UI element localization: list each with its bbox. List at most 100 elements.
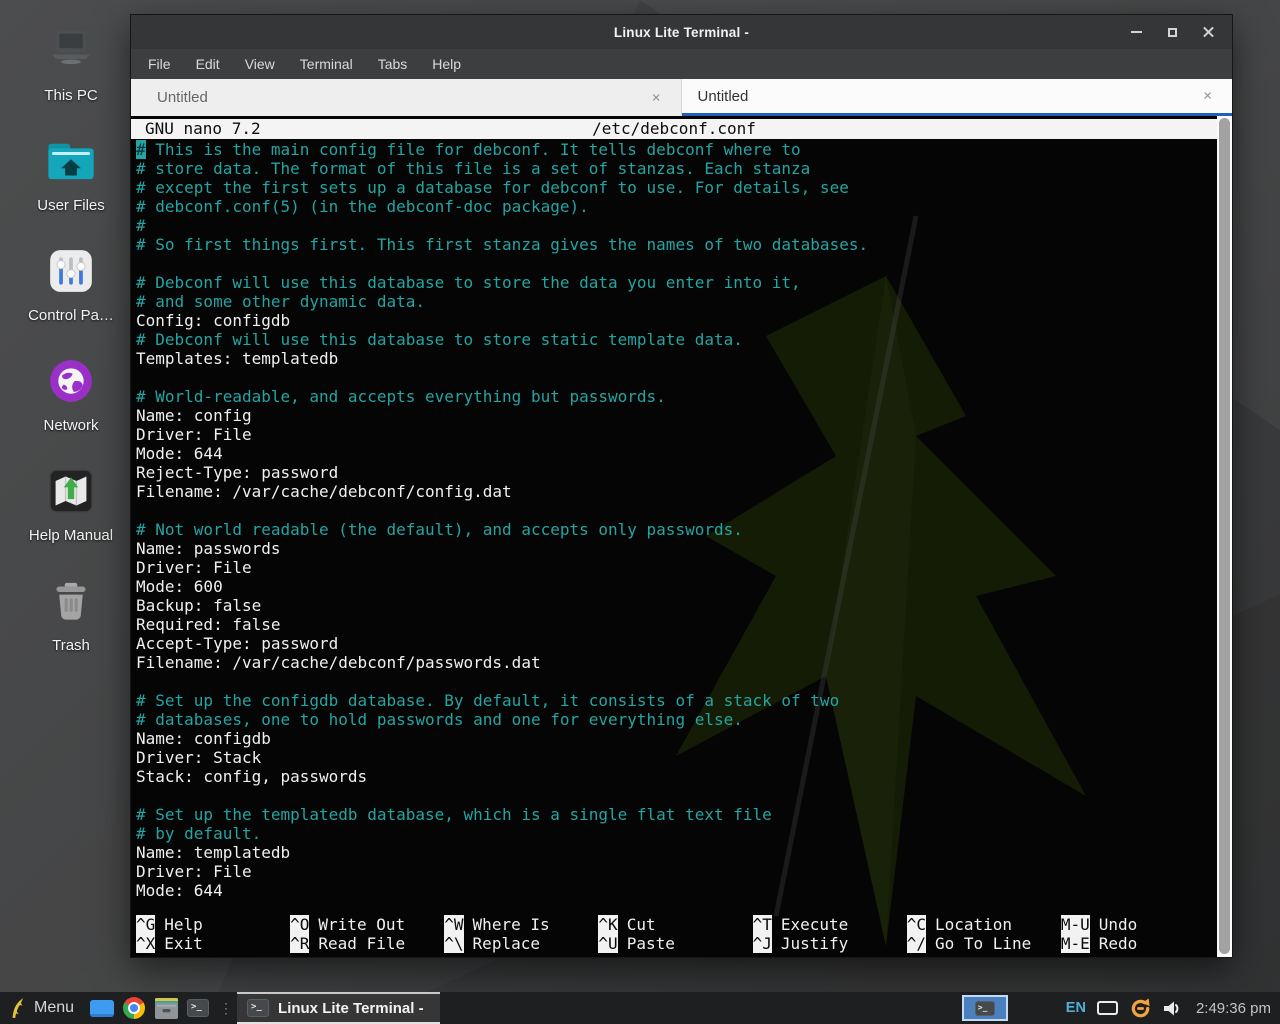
scrollbar-thumb[interactable]	[1219, 118, 1230, 954]
nano-shortcut: ^/Go To Line	[907, 934, 1061, 953]
workspace-pager[interactable]: >_	[962, 995, 1008, 1021]
nano-cursor: #	[136, 140, 146, 159]
chrome-icon	[123, 997, 145, 1019]
terminal-content[interactable]: GNU nano 7.2 /etc/debconf.conf # This is…	[131, 116, 1232, 957]
help-manual-icon	[42, 462, 100, 520]
nano-shortcut: ^WWhere Is	[444, 915, 598, 934]
editor-line: # Debconf will use this database to stor…	[136, 273, 1210, 292]
editor-line: Required: false	[136, 615, 1210, 634]
desktop-icon-label: Network	[43, 417, 98, 434]
menu-view[interactable]: View	[245, 56, 275, 72]
file-manager-icon	[154, 997, 179, 1020]
editor-line	[136, 368, 1210, 387]
nano-shortcut: ^XExit	[136, 934, 290, 953]
updates-refresh-icon	[1129, 997, 1152, 1020]
shortcut-label: Paste	[627, 934, 675, 953]
editor-line: Name: config	[136, 406, 1210, 425]
minimize-icon	[1131, 31, 1142, 33]
desktop-icon-label: Trash	[52, 637, 90, 654]
shortcut-label: Cut	[627, 915, 656, 934]
menu-help[interactable]: Help	[432, 56, 461, 72]
menu-bar: File Edit View Terminal Tabs Help	[131, 49, 1232, 79]
editor-line	[136, 786, 1210, 805]
window-controls	[1126, 15, 1218, 49]
nano-shortcut: ^GHelp	[136, 915, 290, 934]
shortcut-key: M-U	[1061, 915, 1090, 934]
window-title: Linux Lite Terminal -	[131, 25, 1232, 40]
menu-terminal[interactable]: Terminal	[300, 56, 353, 72]
shortcut-key: ^K	[598, 915, 617, 934]
system-tray: >_ EN 2:49:36 pm	[962, 995, 1280, 1021]
file-manager-launcher[interactable]	[150, 992, 182, 1024]
desktop: { "desktop": { "icons": [ { "label": "Th…	[0, 0, 1280, 1024]
tab-untitled-1[interactable]: Untitled ×	[131, 79, 682, 116]
update-manager-tray-button[interactable]	[1129, 997, 1152, 1020]
editor-line	[136, 254, 1210, 273]
menu-edit[interactable]: Edit	[196, 56, 220, 72]
editor-line: Stack: config, passwords	[136, 767, 1210, 786]
menu-tabs[interactable]: Tabs	[378, 56, 408, 72]
desktop-icon-control-panel[interactable]: Control Pa…	[12, 236, 130, 346]
display-settings-tray-button[interactable]	[1097, 1001, 1118, 1015]
terminal-icon: >_	[247, 999, 269, 1017]
nano-shortcut: ^CLocation	[907, 915, 1061, 934]
show-desktop-button[interactable]	[86, 992, 118, 1024]
editor-line: Config: configdb	[136, 311, 1210, 330]
shortcut-key: ^T	[753, 915, 772, 934]
close-icon	[1202, 26, 1215, 39]
tasklist-handle[interactable]: ⋮	[219, 1000, 232, 1017]
editor-line: # This is the main config file for debco…	[136, 140, 1210, 159]
tab-untitled-2[interactable]: Untitled ×	[682, 79, 1233, 116]
desktop-icon-label: User Files	[37, 197, 105, 214]
terminal-window: Linux Lite Terminal - File Edit View Ter…	[130, 14, 1233, 958]
shortcut-label: Undo	[1099, 915, 1138, 934]
desktop-icon-user-files[interactable]: User Files	[12, 126, 130, 236]
trash-icon	[42, 572, 100, 630]
taskbar-window-label: Linux Lite Terminal -	[278, 1000, 424, 1017]
shortcut-label: Replace	[473, 934, 540, 953]
nano-shortcut: M-ERedo	[1061, 934, 1215, 953]
scrollbar[interactable]	[1217, 116, 1232, 957]
desktop-icon-trash[interactable]: Trash	[12, 566, 130, 676]
editor-line: Driver: File	[136, 558, 1210, 577]
editor-line: Filename: /var/cache/debconf/passwords.d…	[136, 653, 1210, 672]
editor-line: Templates: templatedb	[136, 349, 1210, 368]
menu-file[interactable]: File	[148, 56, 171, 72]
editor-line: Filename: /var/cache/debconf/config.dat	[136, 482, 1210, 501]
taskbar-window-button[interactable]: >_ Linux Lite Terminal -	[237, 992, 440, 1024]
minimize-button[interactable]	[1126, 22, 1146, 42]
tab-close-icon[interactable]: ×	[1203, 89, 1212, 104]
nano-shortcut: ^UPaste	[598, 934, 752, 953]
taskbar-clock[interactable]: 2:49:36 pm	[1196, 1000, 1271, 1017]
maximize-button[interactable]	[1162, 22, 1182, 42]
volume-tray-button[interactable]	[1163, 1000, 1182, 1017]
nano-shortcut: ^\Replace	[444, 934, 598, 953]
tab-label: Untitled	[698, 88, 749, 105]
close-button[interactable]	[1198, 22, 1218, 42]
tab-close-icon[interactable]: ×	[652, 90, 661, 105]
editor-line	[136, 672, 1210, 691]
editor-line	[136, 501, 1210, 520]
editor-line: Accept-Type: password	[136, 634, 1210, 653]
editor-line: # Debconf will use this database to stor…	[136, 330, 1210, 349]
window-titlebar[interactable]: Linux Lite Terminal -	[131, 15, 1232, 49]
shortcut-label: Go To Line	[935, 934, 1031, 953]
terminal-launcher[interactable]: >_	[182, 992, 214, 1024]
desktop-icon-network[interactable]: Network	[12, 346, 130, 456]
desktop-icon-label: Help Manual	[29, 527, 113, 544]
nano-shortcut: ^OWrite Out	[290, 915, 444, 934]
shortcut-key: ^X	[136, 934, 155, 953]
desktop-icon-this-pc[interactable]: This PC	[12, 16, 130, 126]
shortcut-label: Where Is	[473, 915, 550, 934]
nano-shortcut: ^JJustify	[753, 934, 907, 953]
desktop-icon-help-manual[interactable]: Help Manual	[12, 456, 130, 566]
chrome-launcher[interactable]	[118, 992, 150, 1024]
shortcut-label: Read File	[318, 934, 405, 953]
nano-header-bar: GNU nano 7.2 /etc/debconf.conf	[131, 119, 1217, 139]
keyboard-layout-indicator[interactable]: EN	[1066, 1000, 1086, 1016]
start-menu-button[interactable]: Menu	[0, 992, 86, 1024]
terminal-icon: >_	[187, 999, 209, 1017]
editor-line: # Set up the configdb database. By defau…	[136, 691, 1210, 710]
nano-shortcut: ^RRead File	[290, 934, 444, 953]
editor-line: # World-readable, and accepts everything…	[136, 387, 1210, 406]
